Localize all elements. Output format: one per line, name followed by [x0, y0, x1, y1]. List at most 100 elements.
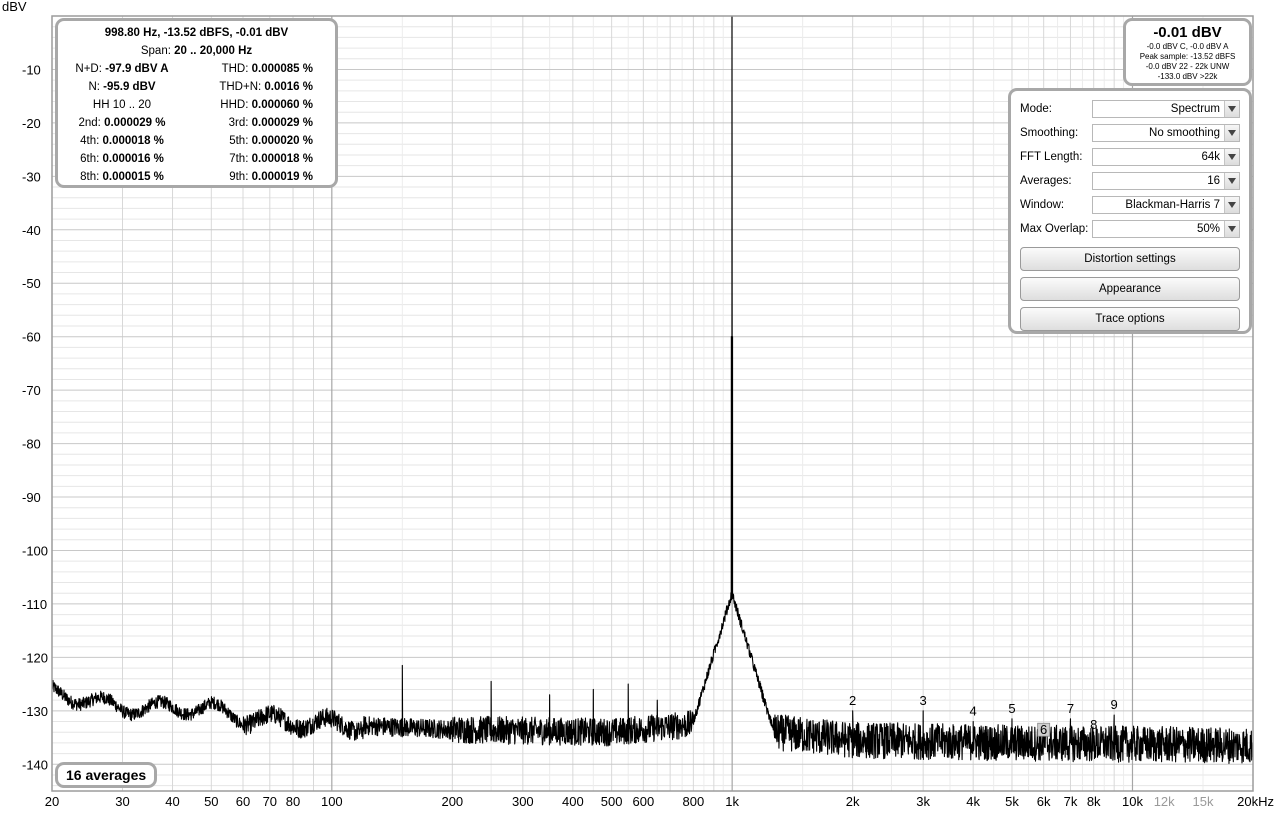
stat-value: 0.000029 %: [251, 117, 313, 129]
stat-value: 0.000060 %: [251, 99, 313, 111]
stats-row: 4th: 0.000018 % 5th: 0.000020 %: [66, 132, 327, 150]
averages-select[interactable]: 16: [1092, 172, 1240, 190]
y-tick-label: -20: [22, 116, 41, 131]
stats-row: 6th: 0.000016 % 7th: 0.000018 %: [66, 150, 327, 168]
max-overlap-row: Max Overlap: 50%: [1020, 217, 1240, 241]
y-tick-label: -70: [22, 383, 41, 398]
level-line: -133.0 dBV >22k: [1157, 72, 1218, 81]
y-tick-label: -80: [22, 437, 41, 452]
stat-label: HH 10 .. 20: [92, 99, 152, 111]
appearance-button[interactable]: Appearance: [1020, 277, 1240, 301]
stat-label: N+D:: [75, 63, 102, 75]
harmonic-label: 2: [849, 693, 856, 708]
fft-length-value: 64k: [1201, 151, 1220, 163]
y-tick-label: -90: [22, 490, 41, 505]
harmonic-label: 3: [920, 693, 927, 708]
y-tick-label: -100: [22, 543, 48, 558]
max-overlap-label: Max Overlap:: [1020, 223, 1089, 235]
stats-row: 2nd: 0.000029 % 3rd: 0.000029 %: [66, 114, 327, 132]
y-tick-label: -120: [22, 650, 48, 665]
y-tick-label: -130: [22, 704, 48, 719]
stat-label: N:: [88, 81, 100, 93]
x-tick-label: 800: [683, 794, 705, 809]
x-tick-labels: 20 30 40 50 60 70 80 100 200 300 400 500 600 800 1k 2k 3…: [45, 794, 1274, 809]
x-tick-label: 100: [321, 794, 343, 809]
chevron-down-icon[interactable]: [1224, 101, 1239, 117]
window-select[interactable]: Blackman-Harris 7: [1092, 196, 1240, 214]
x-tick-label: 20: [45, 794, 59, 809]
mode-row: Mode: Spectrum: [1020, 97, 1240, 121]
span-value: 20 .. 20,000 Hz: [174, 45, 253, 57]
stat-label: 5th:: [229, 135, 252, 147]
y-tick-label: -30: [22, 169, 41, 184]
mode-select[interactable]: Spectrum: [1092, 100, 1240, 118]
stat-label: 6th:: [80, 153, 100, 165]
averages-label: Averages:: [1020, 175, 1072, 187]
level-line: -0.0 dBV C, -0.0 dBV A: [1146, 42, 1229, 51]
fft-length-select[interactable]: 64k: [1092, 148, 1240, 166]
stat-value: -97.9 dBV A: [105, 63, 169, 75]
distortion-settings-button[interactable]: Distortion settings: [1020, 247, 1240, 271]
x-tick-label: 5k: [1005, 794, 1019, 809]
averages-value: 16: [1207, 175, 1220, 187]
smoothing-row: Smoothing: No smoothing: [1020, 121, 1240, 145]
stat-value: 0.000029 %: [104, 117, 166, 129]
smoothing-value: No smoothing: [1149, 127, 1220, 139]
chevron-down-icon[interactable]: [1224, 173, 1239, 189]
x-tick-label: 7k: [1064, 794, 1078, 809]
span-label: Span:: [140, 45, 171, 57]
stats-row: N+D: -97.9 dBV A THD: 0.000085 %: [66, 60, 327, 78]
x-tick-label: 20kHz: [1237, 794, 1274, 809]
max-overlap-select[interactable]: 50%: [1092, 220, 1240, 238]
stat-value: 0.000085 %: [251, 63, 313, 75]
harmonic-label: 6: [1040, 722, 1047, 737]
stat-label: 3rd:: [228, 117, 252, 129]
y-tick-labels: -10 -20 -30 -40 -50 -60 -70 -80 -90 -100 -110 -120 -…: [22, 62, 48, 772]
chevron-down-icon[interactable]: [1224, 221, 1239, 237]
averages-row: Averages: 16: [1020, 169, 1240, 193]
x-tick-label: 6k: [1037, 794, 1051, 809]
x-tick-label: 60: [236, 794, 250, 809]
x-tick-label: 600: [632, 794, 654, 809]
distortion-stats-panel[interactable]: 998.80 Hz, -13.52 dBFS, -0.01 dBV Span: …: [55, 18, 338, 188]
level-line: Peak sample: -13.52 dBFS: [1139, 52, 1236, 61]
level-line: -0.0 dBV 22 - 22k UNW: [1145, 62, 1230, 71]
y-tick-label: -140: [22, 757, 48, 772]
x-tick-label: 3k: [916, 794, 930, 809]
fft-length-row: FFT Length: 64k: [1020, 145, 1240, 169]
harmonic-label: 9: [1111, 697, 1118, 712]
x-tick-label: 50: [204, 794, 218, 809]
chevron-down-icon[interactable]: [1224, 125, 1239, 141]
y-tick-label: -110: [22, 597, 47, 612]
averages-badge[interactable]: 16 averages: [55, 762, 158, 788]
x-tick-label: 200: [441, 794, 463, 809]
harmonic-label: 4: [970, 704, 977, 719]
stat-value: 0.000018 %: [102, 135, 164, 147]
smoothing-select[interactable]: No smoothing: [1092, 124, 1240, 142]
chevron-down-icon[interactable]: [1224, 197, 1239, 213]
stat-value: -95.9 dBV: [103, 81, 156, 93]
y-tick-label: -50: [22, 276, 41, 291]
stat-value: 0.000020 %: [251, 135, 313, 147]
chevron-down-icon[interactable]: [1224, 149, 1239, 165]
stats-row: 8th: 0.000015 % 9th: 0.000019 %: [66, 168, 327, 186]
max-overlap-value: 50%: [1196, 223, 1220, 235]
stat-value: 0.000018 %: [251, 153, 313, 165]
y-tick-label: -10: [22, 62, 41, 77]
y-tick-label: -60: [22, 330, 41, 345]
level-readout-panel[interactable]: -0.01 dBV -0.0 dBV C, -0.0 dBV A Peak sa…: [1123, 18, 1252, 86]
x-tick-label: 4k: [966, 794, 980, 809]
stat-value: 0.000016 %: [102, 153, 164, 165]
y-axis-label: dBV: [2, 0, 27, 14]
window-label: Window:: [1020, 199, 1065, 211]
level-main-value: -0.01 dBV: [1153, 24, 1222, 41]
window-row: Window: Blackman-Harris 7: [1020, 193, 1240, 217]
x-tick-label: 300: [512, 794, 534, 809]
stat-value: 0.000019 %: [251, 171, 313, 183]
trace-options-button[interactable]: Trace options: [1020, 307, 1240, 331]
x-tick-label: 10k: [1122, 794, 1143, 809]
stat-label: THD:: [221, 63, 252, 75]
mode-label: Mode:: [1020, 103, 1052, 115]
window-value: Blackman-Harris 7: [1125, 199, 1220, 211]
stat-label: HHD:: [220, 99, 252, 111]
